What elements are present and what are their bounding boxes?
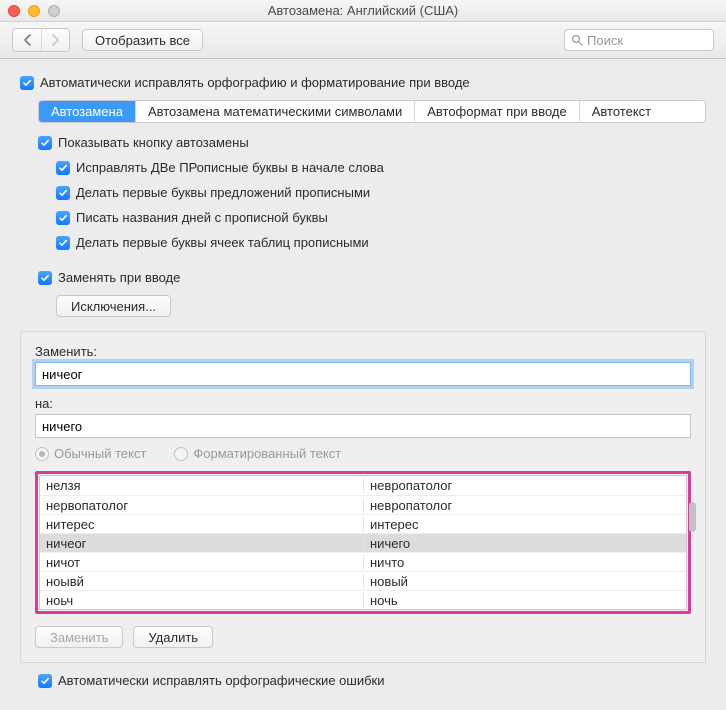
toolbar: Отобразить все Поиск bbox=[0, 22, 726, 59]
replacement-table-highlight: нелзяневропатологнервопатологневропатоло… bbox=[35, 471, 691, 614]
checkbox-checked-icon bbox=[38, 136, 52, 150]
table-cell-to: невропатолог bbox=[363, 478, 686, 493]
formatted-text-label: Форматированный текст bbox=[193, 446, 341, 461]
sentence-caps-checkbox[interactable]: Делать первые буквы предложений прописны… bbox=[56, 185, 706, 200]
tab-autoformat[interactable]: Автоформат при вводе bbox=[415, 101, 580, 122]
main-autocorrect-label: Автоматически исправлять орфографию и фо… bbox=[40, 75, 470, 90]
show-all-label: Отобразить все bbox=[95, 33, 190, 48]
day-caps-checkbox[interactable]: Писать названия дней с прописной буквы bbox=[56, 210, 706, 225]
checkbox-checked-icon bbox=[20, 76, 34, 90]
checkbox-checked-icon bbox=[38, 271, 52, 285]
tab-autoreplace[interactable]: Автозамена bbox=[39, 101, 136, 122]
table-row[interactable]: ничеогничего bbox=[40, 533, 686, 552]
checkbox-checked-icon bbox=[56, 161, 70, 175]
table-cell-to: невропатолог bbox=[363, 498, 686, 513]
delete-button[interactable]: Удалить bbox=[133, 626, 213, 648]
replace-button-label: Заменить bbox=[50, 630, 108, 645]
sentence-caps-label: Делать первые буквы предложений прописны… bbox=[76, 185, 370, 200]
plain-text-radio: Обычный текст bbox=[35, 446, 146, 461]
table-row[interactable]: нелзяневропатолог bbox=[40, 476, 686, 495]
day-caps-label: Писать названия дней с прописной буквы bbox=[76, 210, 328, 225]
checkbox-checked-icon bbox=[56, 186, 70, 200]
replace-button: Заменить bbox=[35, 626, 123, 648]
table-row[interactable]: ноьчночь bbox=[40, 590, 686, 609]
two-caps-checkbox[interactable]: Исправлять ДВе ПРописные буквы в начале … bbox=[56, 160, 706, 175]
table-cell-from: нервопатолог bbox=[40, 498, 363, 513]
show-autocorrect-button-label: Показывать кнопку автозамены bbox=[58, 135, 249, 150]
radio-icon bbox=[35, 447, 49, 461]
table-row[interactable]: ноывйновый bbox=[40, 571, 686, 590]
format-radios: Обычный текст Форматированный текст bbox=[35, 446, 691, 461]
table-cell-from: нитерес bbox=[40, 517, 363, 532]
table-row[interactable]: ничотничто bbox=[40, 552, 686, 571]
replacement-table[interactable]: нелзяневропатологнервопатологневропатоло… bbox=[39, 475, 687, 610]
table-cell-from: ничеог bbox=[40, 536, 363, 551]
tab-autotext[interactable]: Автотекст bbox=[580, 101, 663, 122]
tab-math-autoreplace[interactable]: Автозамена математическими символами bbox=[136, 101, 415, 122]
with-label: на: bbox=[35, 396, 691, 411]
checkbox-checked-icon bbox=[56, 211, 70, 225]
spellcheck-label: Автоматически исправлять орфографические… bbox=[58, 673, 384, 688]
checkbox-checked-icon bbox=[38, 674, 52, 688]
window-title: Автозамена: Английский (США) bbox=[0, 3, 726, 18]
replace-panel: Заменить: на: Обычный текст Форматирован… bbox=[20, 331, 706, 663]
content: Автоматически исправлять орфографию и фо… bbox=[0, 59, 726, 710]
formatted-text-radio: Форматированный текст bbox=[174, 446, 341, 461]
table-cell-to: новый bbox=[363, 574, 686, 589]
delete-button-label: Удалить bbox=[148, 630, 198, 645]
replace-on-type-checkbox[interactable]: Заменять при вводе bbox=[38, 270, 706, 285]
table-row[interactable]: нервопатологневропатолог bbox=[40, 495, 686, 514]
radio-icon bbox=[174, 447, 188, 461]
titlebar: Автозамена: Английский (США) bbox=[0, 0, 726, 22]
table-caps-label: Делать первые буквы ячеек таблиц прописн… bbox=[76, 235, 369, 250]
table-cell-from: ноывй bbox=[40, 574, 363, 589]
search-icon bbox=[571, 34, 583, 46]
table-cell-to: интерес bbox=[363, 517, 686, 532]
show-autocorrect-button-checkbox[interactable]: Показывать кнопку автозамены bbox=[38, 135, 706, 150]
table-cell-from: ноьч bbox=[40, 593, 363, 608]
tabbar: Автозамена Автозамена математическими си… bbox=[38, 100, 706, 123]
exceptions-label: Исключения... bbox=[71, 299, 156, 314]
with-input[interactable] bbox=[35, 414, 691, 438]
exceptions-button[interactable]: Исключения... bbox=[56, 295, 171, 317]
table-cell-from: нелзя bbox=[40, 478, 363, 493]
table-caps-checkbox[interactable]: Делать первые буквы ячеек таблиц прописн… bbox=[56, 235, 706, 250]
show-all-button[interactable]: Отобразить все bbox=[82, 29, 203, 51]
search-placeholder: Поиск bbox=[587, 33, 623, 48]
replace-input[interactable] bbox=[35, 362, 691, 386]
checkbox-checked-icon bbox=[56, 236, 70, 250]
scrollbar-thumb[interactable] bbox=[689, 502, 696, 532]
table-cell-to: ничего bbox=[363, 536, 686, 551]
table-cell-to: ночь bbox=[363, 593, 686, 608]
spellcheck-checkbox[interactable]: Автоматически исправлять орфографические… bbox=[38, 673, 706, 688]
replace-on-type-label: Заменять при вводе bbox=[58, 270, 180, 285]
table-row[interactable]: нитересинтерес bbox=[40, 514, 686, 533]
two-caps-label: Исправлять ДВе ПРописные буквы в начале … bbox=[76, 160, 384, 175]
search-input[interactable]: Поиск bbox=[564, 29, 714, 51]
replace-label: Заменить: bbox=[35, 344, 691, 359]
forward-button bbox=[41, 29, 69, 51]
plain-text-label: Обычный текст bbox=[54, 446, 146, 461]
main-autocorrect-checkbox-row[interactable]: Автоматически исправлять орфографию и фо… bbox=[20, 75, 706, 90]
back-button[interactable] bbox=[13, 29, 41, 51]
nav-segment bbox=[12, 28, 70, 52]
table-cell-from: ничот bbox=[40, 555, 363, 570]
table-cell-to: ничто bbox=[363, 555, 686, 570]
